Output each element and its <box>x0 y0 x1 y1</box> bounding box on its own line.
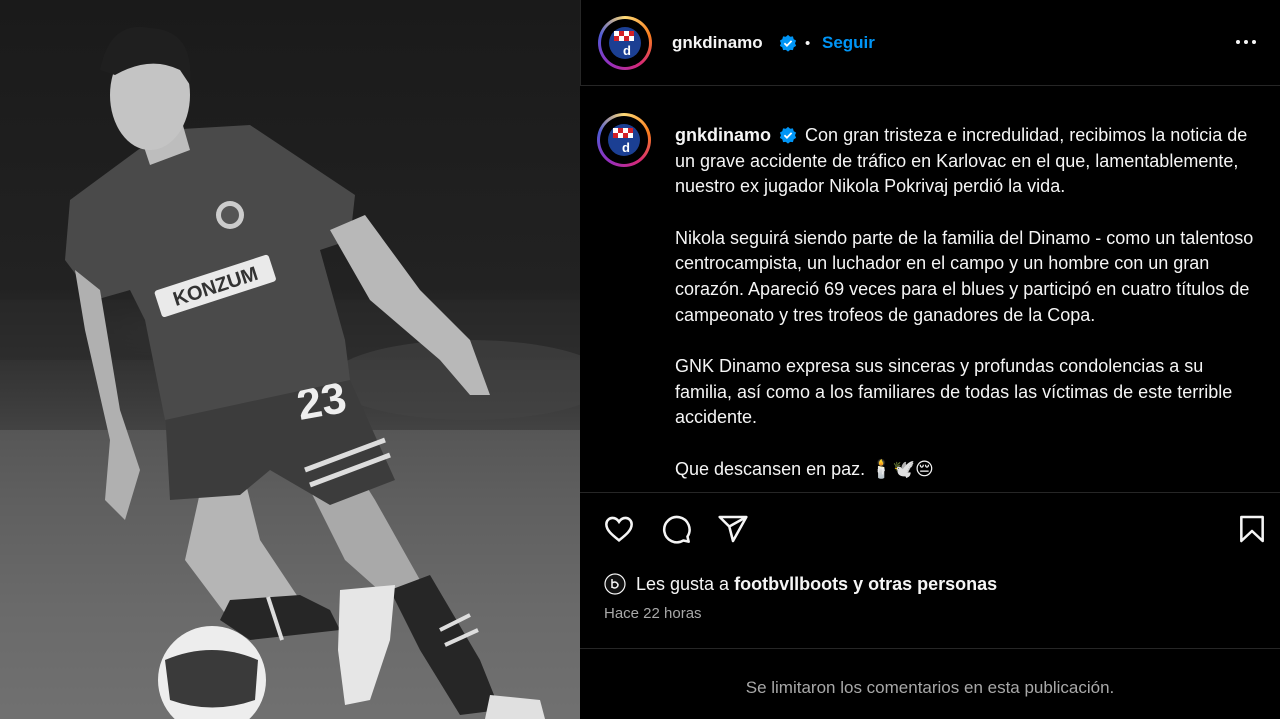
caption-scroll-area[interactable]: d gnkdinamo Con gran tristeza e incredul… <box>580 86 1280 492</box>
caption-avatar[interactable]: d <box>597 113 651 167</box>
post-timestamp[interactable]: Hace 22 horas <box>604 605 702 622</box>
post-caption: gnkdinamo Con gran tristeza e incredulid… <box>675 123 1265 492</box>
dinamo-crest-icon: d <box>609 27 641 59</box>
caption-username[interactable]: gnkdinamo <box>675 125 771 145</box>
header-username[interactable]: gnkdinamo <box>672 33 763 53</box>
post-header: d gnkdinamo • Seguir <box>580 0 1280 86</box>
post-image[interactable]: 23 KONZUM <box>0 0 580 719</box>
verified-badge-icon <box>779 34 797 52</box>
caption-paragraph-3: GNK Dinamo expresa sus sinceras y profun… <box>675 356 1233 428</box>
profile-avatar[interactable]: d <box>598 16 652 70</box>
dinamo-crest-icon: d <box>608 124 640 156</box>
comments-limited-notice: Se limitaron los comentarios en esta pub… <box>745 678 1115 697</box>
svg-text:d: d <box>623 43 631 58</box>
likes-prefix: Les gusta a <box>636 573 730 594</box>
follow-button[interactable]: Seguir <box>822 33 875 53</box>
paper-plane-icon[interactable] <box>717 513 749 545</box>
more-options-icon[interactable] <box>1234 30 1258 54</box>
likes-user-link[interactable]: footbvllboots <box>734 574 848 595</box>
comment-bubble-icon[interactable] <box>660 513 692 545</box>
likes-summary[interactable]: Les gusta a footbvllboots y otras person… <box>604 573 997 595</box>
liker-avatar-icon[interactable] <box>604 573 626 595</box>
caption-paragraph-2: Nikola seguirá siendo parte de la famili… <box>675 227 1254 325</box>
likes-others-link[interactable]: y otras personas <box>853 574 997 595</box>
bookmark-icon[interactable] <box>1236 513 1268 545</box>
actions-divider <box>580 492 1280 493</box>
footballer-photo: 23 KONZUM <box>0 26 580 719</box>
caption-paragraph-4: Que descansen en paz. 🕯️🕊️😔 <box>675 458 934 479</box>
svg-text:d: d <box>622 140 630 155</box>
heart-icon[interactable] <box>603 513 635 545</box>
comments-divider <box>580 648 1280 649</box>
separator-dot: • <box>805 35 811 52</box>
verified-badge-icon <box>779 126 797 144</box>
post-details-panel: d gnkdinamo • Seguir d gnkdinamo Con gra… <box>580 0 1280 719</box>
